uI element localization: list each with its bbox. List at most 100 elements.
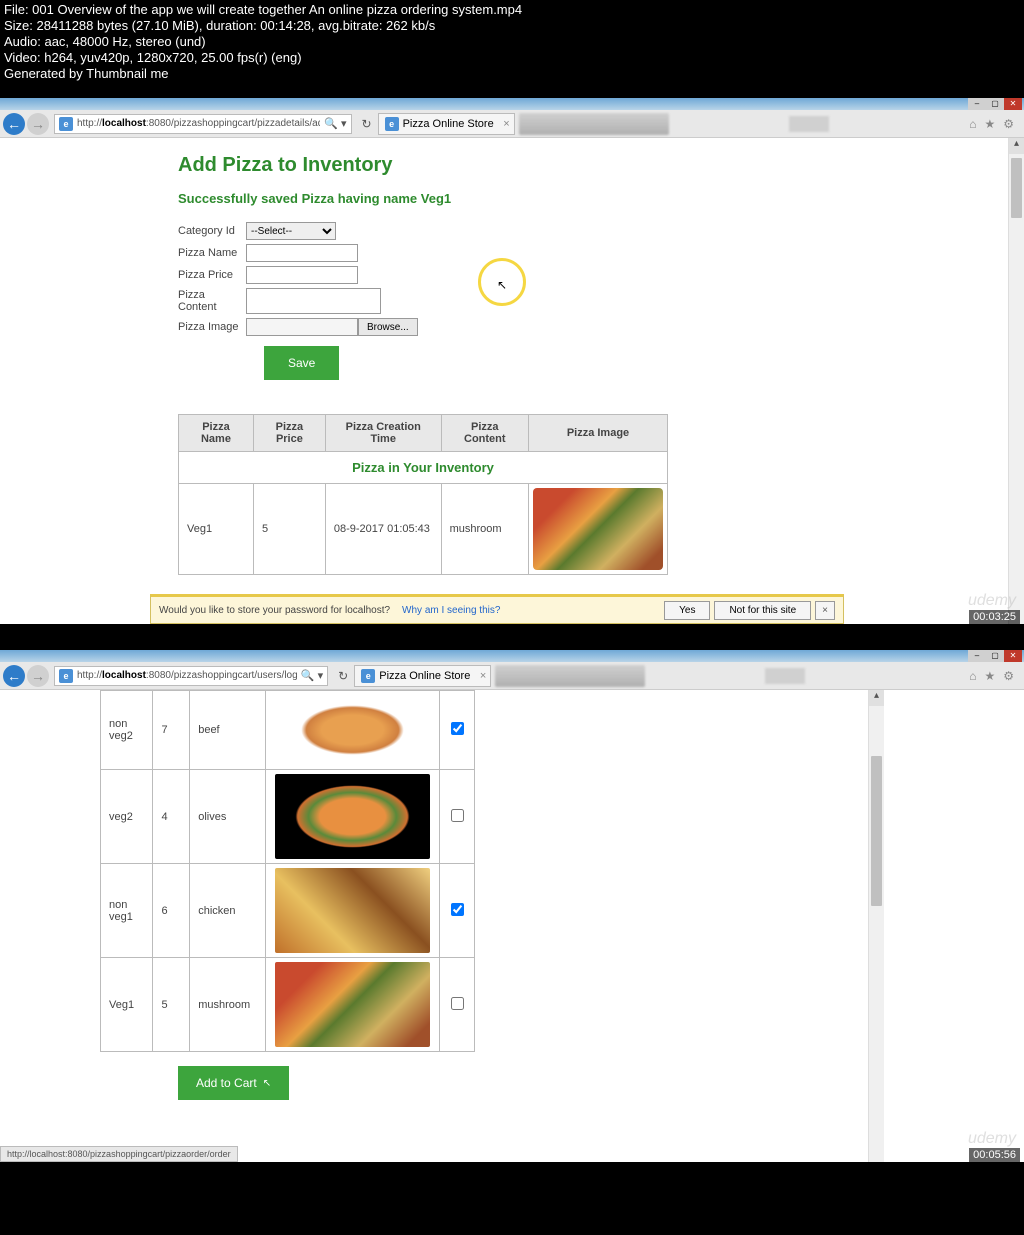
scroll-thumb[interactable]: [871, 756, 882, 906]
favorites-icon[interactable]: ★: [984, 669, 995, 683]
forward-button[interactable]: →: [27, 665, 49, 687]
save-button[interactable]: Save: [264, 346, 339, 380]
close-button[interactable]: ✕: [1004, 98, 1022, 110]
minimize-button[interactable]: –: [968, 650, 986, 662]
blurred-tab: [519, 113, 669, 135]
file-path-field[interactable]: [246, 318, 358, 336]
blank-area: [884, 690, 1024, 1162]
pizza-price-input[interactable]: [246, 266, 358, 284]
select-checkbox[interactable]: [451, 997, 464, 1010]
scrollbar[interactable]: ▴: [868, 690, 884, 1162]
col-time: Pizza Creation Time: [325, 415, 441, 452]
url-text: http://localhost:8080/pizzashoppingcart/…: [77, 118, 320, 129]
name-label: Pizza Name: [178, 247, 246, 259]
yes-button[interactable]: Yes: [664, 601, 710, 620]
cell-checkbox: [440, 958, 475, 1052]
page-body: ▴ non veg2 7 beef veg2 4 olives: [0, 690, 1024, 1162]
cell-content: chicken: [190, 864, 266, 958]
scroll-up-icon[interactable]: ▴: [869, 690, 884, 706]
blurred-tab: [789, 116, 829, 132]
cell-price: 5: [253, 484, 325, 575]
settings-icon[interactable]: ⚙: [1003, 117, 1014, 131]
blurred-tab: [495, 665, 645, 687]
address-bar[interactable]: e http://localhost:8080/pizzashoppingcar…: [54, 114, 352, 134]
price-label: Pizza Price: [178, 269, 246, 281]
home-icon[interactable]: ⌂: [969, 117, 976, 131]
cell-price: 6: [153, 864, 190, 958]
cell-price: 7: [153, 691, 190, 770]
file-line: File: 001 Overview of the app we will cr…: [4, 2, 1020, 18]
pizza-name-input[interactable]: [246, 244, 358, 262]
scroll-up-icon[interactable]: ▴: [1009, 138, 1024, 154]
window-titlebar: – ▢ ✕: [0, 650, 1024, 662]
browse-button[interactable]: Browse...: [358, 318, 418, 336]
back-button[interactable]: ←: [3, 665, 25, 687]
maximize-button[interactable]: ▢: [986, 98, 1004, 110]
table-row: non veg2 7 beef: [101, 691, 475, 770]
screenshot-1: – ▢ ✕ ← → e http://localhost:8080/pizzas…: [0, 98, 1024, 624]
favorites-icon[interactable]: ★: [984, 117, 995, 131]
tab-pizza-store[interactable]: e Pizza Online Store ×: [354, 665, 491, 687]
home-icon[interactable]: ⌂: [969, 669, 976, 683]
inventory-table: Pizza in Your Inventory Pizza Name Pizza…: [178, 414, 668, 575]
video-metadata: File: 001 Overview of the app we will cr…: [0, 0, 1024, 84]
cell-name: Veg1: [101, 958, 153, 1052]
cell-name: Veg1: [179, 484, 254, 575]
col-content: Pizza Content: [441, 415, 528, 452]
cell-image: [266, 691, 440, 770]
not-for-site-button[interactable]: Not for this site: [714, 601, 811, 620]
size-line: Size: 28411288 bytes (27.10 MiB), durati…: [4, 18, 1020, 34]
cell-checkbox: [440, 864, 475, 958]
maximize-button[interactable]: ▢: [986, 650, 1004, 662]
col-name: Pizza Name: [179, 415, 254, 452]
tab-title: Pizza Online Store: [403, 118, 494, 130]
prompt-text: Would you like to store your password fo…: [159, 605, 390, 616]
tab-close-icon[interactable]: ×: [503, 118, 509, 130]
settings-icon[interactable]: ⚙: [1003, 669, 1014, 683]
blurred-tab: [765, 668, 805, 684]
timestamp: 00:05:56: [969, 1148, 1020, 1162]
select-checkbox[interactable]: [451, 722, 464, 735]
add-to-cart-button[interactable]: Add to Cart ↖: [178, 1066, 289, 1100]
window-titlebar: – ▢ ✕: [0, 98, 1024, 110]
video-line: Video: h264, yuv420p, 1280x720, 25.00 fp…: [4, 50, 1020, 66]
tab-close-icon[interactable]: ×: [480, 670, 486, 682]
search-icon[interactable]: 🔍 ▾: [324, 117, 346, 130]
cell-name: non veg1: [101, 864, 153, 958]
scroll-thumb[interactable]: [1011, 158, 1022, 218]
page-title: Add Pizza to Inventory: [178, 154, 1024, 177]
ie-icon: e: [59, 669, 73, 683]
table-row: veg2 4 olives: [101, 770, 475, 864]
cell-price: 5: [153, 958, 190, 1052]
password-prompt-bar: Would you like to store your password fo…: [150, 594, 844, 624]
scrollbar[interactable]: ▴: [1008, 138, 1024, 624]
address-bar[interactable]: e http://localhost:8080/pizzashoppingcar…: [54, 666, 328, 686]
back-button[interactable]: ←: [3, 113, 25, 135]
pizza-image: [280, 695, 425, 765]
cell-checkbox: [440, 770, 475, 864]
tab-strip: e Pizza Online Store ×: [378, 113, 829, 135]
table-row: non veg1 6 chicken: [101, 864, 475, 958]
select-checkbox[interactable]: [451, 903, 464, 916]
refresh-icon[interactable]: ↻: [362, 117, 372, 131]
category-label: Category Id: [178, 225, 246, 237]
cell-image: [266, 770, 440, 864]
url-text: http://localhost:8080/pizzashoppingcart/…: [77, 670, 297, 681]
pizza-content-textarea[interactable]: [246, 288, 381, 314]
success-message: Successfully saved Pizza having name Veg…: [178, 191, 1024, 206]
close-button[interactable]: ✕: [1004, 650, 1022, 662]
search-icon[interactable]: 🔍 ▾: [301, 669, 323, 682]
pizza-image: [275, 868, 430, 953]
minimize-button[interactable]: –: [968, 98, 986, 110]
forward-button[interactable]: →: [27, 113, 49, 135]
why-link[interactable]: Why am I seeing this?: [402, 605, 500, 616]
watermark: udemy: [968, 592, 1016, 610]
tab-strip: e Pizza Online Store ×: [354, 665, 805, 687]
refresh-icon[interactable]: ↻: [338, 669, 348, 683]
tab-pizza-store[interactable]: e Pizza Online Store ×: [378, 113, 515, 135]
category-select[interactable]: --Select--: [246, 222, 336, 240]
close-prompt-button[interactable]: ×: [815, 601, 835, 620]
cell-price: 4: [153, 770, 190, 864]
select-checkbox[interactable]: [451, 809, 464, 822]
window-controls: – ▢ ✕: [968, 650, 1022, 662]
